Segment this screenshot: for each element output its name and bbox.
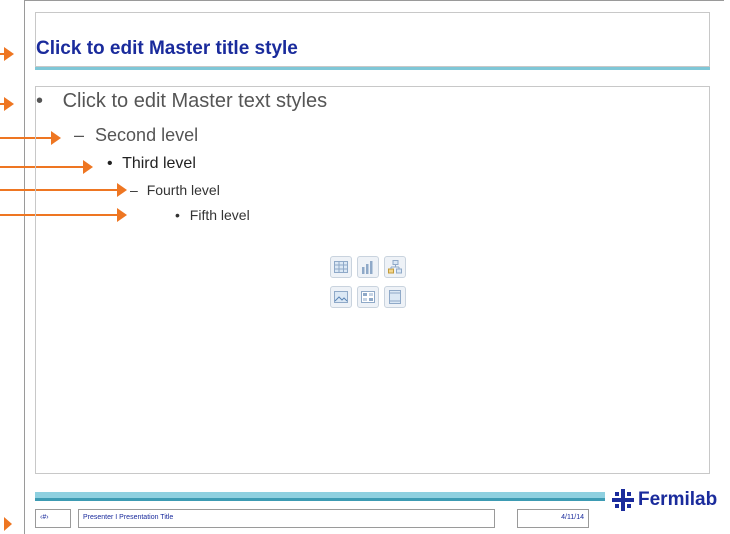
level1-arrow	[0, 97, 14, 111]
text-level-3[interactable]: • Third level	[107, 155, 196, 173]
fermilab-mark-icon	[612, 489, 634, 511]
text-level-5[interactable]: • Fifth level	[175, 207, 250, 223]
text-level-4[interactable]: – Fourth level	[130, 182, 220, 198]
text-level-2[interactable]: – Second level	[74, 125, 198, 146]
master-title[interactable]: Click to edit Master title style	[36, 38, 298, 60]
slide-number-box[interactable]: ‹#›	[35, 509, 71, 528]
fermilab-logo: Fermilab	[612, 487, 717, 513]
title-underline-rule	[35, 67, 710, 70]
text-level-1[interactable]: • Click to edit Master text styles	[36, 90, 327, 113]
level-2-dash: –	[74, 125, 85, 145]
insert-clipart-icon[interactable]	[357, 285, 379, 308]
content-placeholder-icons	[330, 256, 414, 310]
fermilab-wordmark: Fermilab	[638, 489, 718, 510]
level-3-bullet: •	[107, 155, 113, 172]
footer-arrow-icon	[4, 517, 12, 531]
footer-accent-bar-dark	[35, 498, 605, 501]
level-4-text: Fourth level	[146, 182, 220, 198]
level-1-bullet: •	[36, 90, 44, 112]
footer-date: 4/11/14	[561, 514, 584, 521]
insert-chart-icon[interactable]	[357, 256, 379, 278]
level-2-text: Second level	[95, 125, 199, 145]
insert-table-icon[interactable]	[330, 256, 352, 278]
level-1-text: Click to edit Master text styles	[62, 90, 328, 112]
insert-picture-icon[interactable]	[330, 285, 352, 308]
level-5-text: Fifth level	[189, 207, 250, 223]
footer-text-box[interactable]: Presenter I Presentation Title	[78, 509, 495, 528]
slide-number-field: ‹#›	[40, 514, 49, 521]
footer-presentation-title: Presenter I Presentation Title	[83, 514, 174, 521]
insert-smartart-icon[interactable]	[384, 256, 406, 278]
level-4-dash: –	[130, 182, 138, 198]
date-box[interactable]: 4/11/14	[517, 509, 589, 528]
title-level-arrow	[0, 47, 14, 61]
level-3-text: Third level	[122, 155, 196, 172]
insert-media-icon[interactable]	[384, 285, 406, 308]
level-5-bullet: •	[175, 207, 180, 223]
